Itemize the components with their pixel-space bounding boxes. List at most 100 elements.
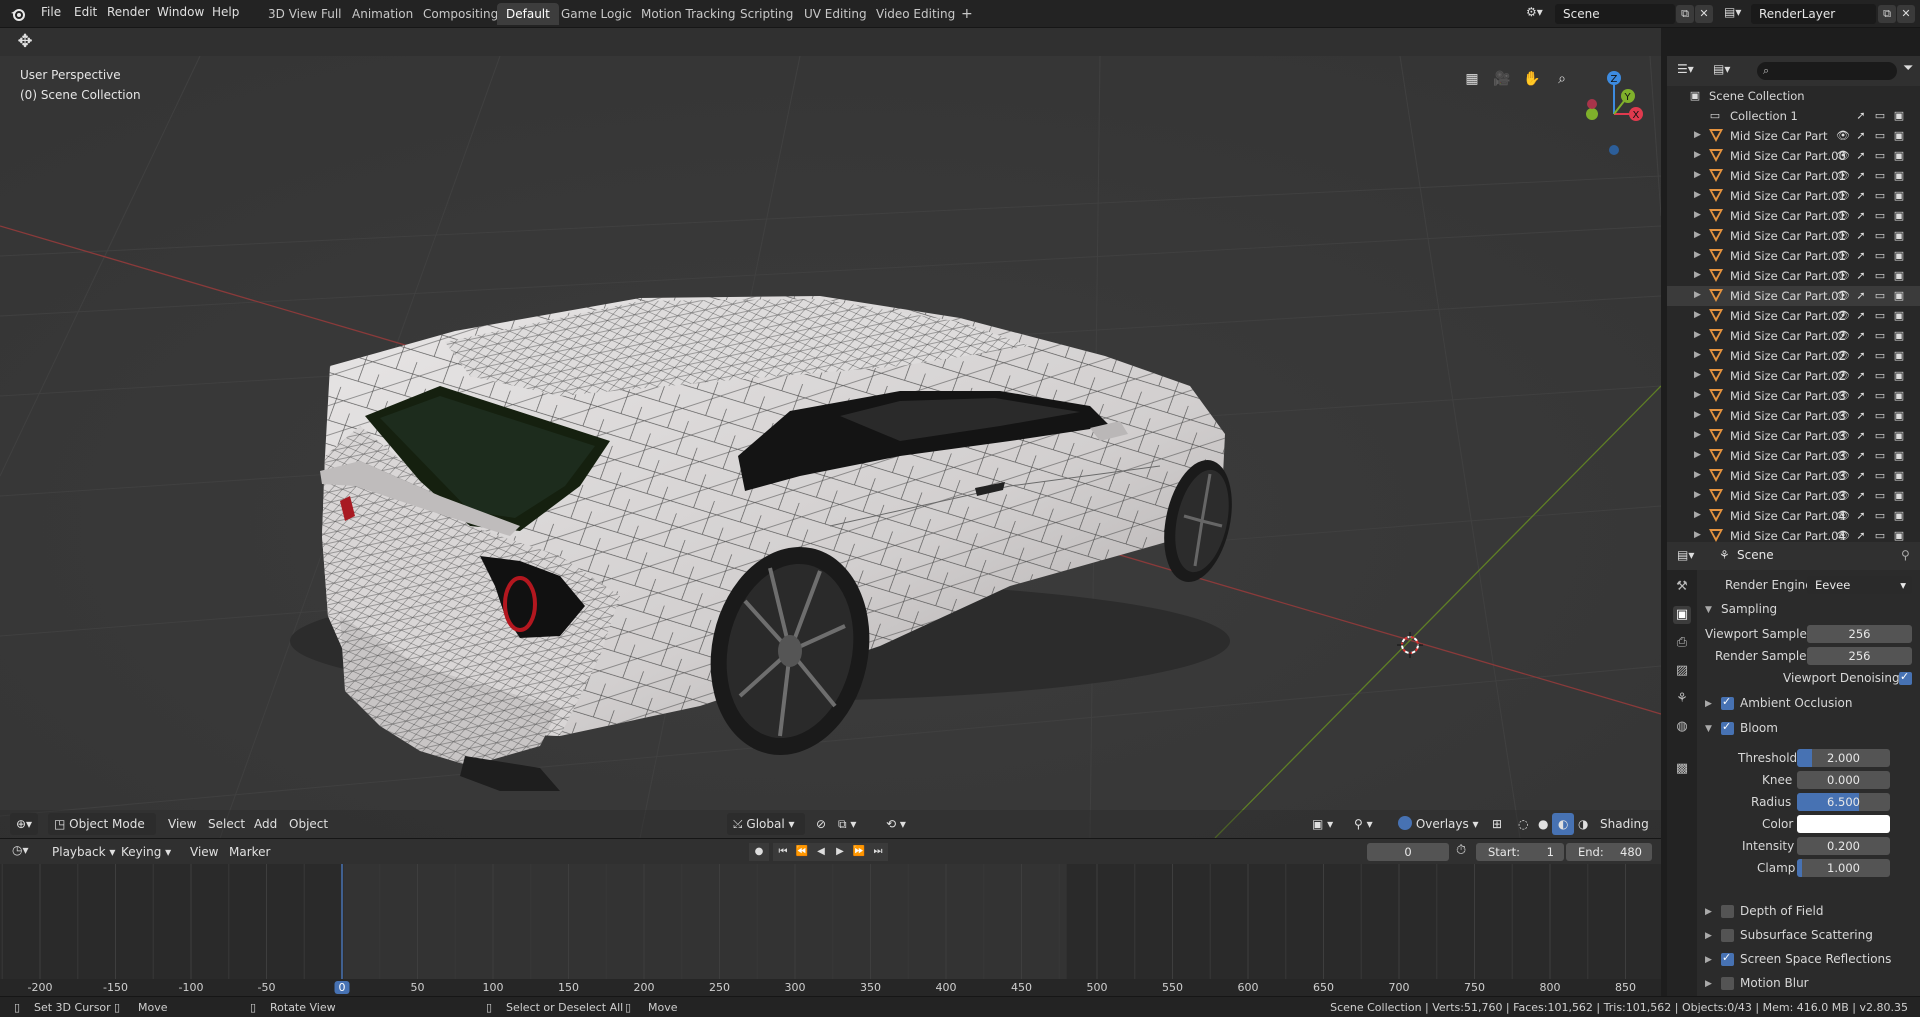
- xray-icon[interactable]: ⊞: [1486, 813, 1508, 835]
- expand-arrow-icon[interactable]: ▶: [1694, 310, 1701, 320]
- eye-icon[interactable]: 👁: [1836, 210, 1850, 222]
- menu-marker[interactable]: Marker: [223, 841, 276, 863]
- expand-arrow-icon[interactable]: ▶: [1694, 490, 1701, 500]
- expand-arrow-icon[interactable]: ▶: [1694, 250, 1701, 260]
- expand-arrow-icon[interactable]: ▶: [1694, 510, 1701, 520]
- end-frame-field[interactable]: End: 480: [1566, 843, 1652, 861]
- select-toggle-icon[interactable]: ➚: [1855, 310, 1867, 322]
- viewport-toggle-icon[interactable]: ▭: [1874, 530, 1886, 542]
- viewport-toggle-icon[interactable]: ▭: [1874, 370, 1886, 382]
- outliner-item[interactable]: ▶ Mid Size Car Part.03 👁 ➚ ▭ ▣: [1667, 446, 1920, 466]
- eye-icon[interactable]: 👁: [1836, 370, 1850, 382]
- depth-of-field-checkbox[interactable]: [1721, 905, 1734, 918]
- transform-orientation-dropdown[interactable]: ⤩ Global ▾: [727, 813, 805, 835]
- render-toggle-icon[interactable]: ▣: [1893, 190, 1905, 202]
- eye-icon[interactable]: 👁: [1836, 170, 1850, 182]
- expand-arrow-icon[interactable]: ▶: [1694, 290, 1701, 300]
- render-toggle-icon[interactable]: ▣: [1893, 230, 1905, 242]
- outliner-item[interactable]: ▶ Mid Size Car Part.01 👁 ➚ ▭ ▣: [1667, 226, 1920, 246]
- gizmo-toggle-icon[interactable]: ⚲ ▾: [1348, 813, 1379, 835]
- timeline-area[interactable]: [0, 864, 1661, 979]
- render-toggle-icon[interactable]: ▣: [1893, 450, 1905, 462]
- outliner-item[interactable]: ▶ Mid Size Car Part.03 👁 ➚ ▭ ▣: [1667, 466, 1920, 486]
- viewport-samples-field[interactable]: 256: [1807, 625, 1912, 643]
- pan-view-icon[interactable]: ✋: [1522, 71, 1542, 91]
- outliner-collection[interactable]: ▭ Collection 1 ➚ ▭ ▣: [1667, 106, 1920, 126]
- select-toggle-icon[interactable]: ➚: [1855, 190, 1867, 202]
- clamp-slider[interactable]: 1.000: [1797, 859, 1890, 877]
- outliner-item[interactable]: ▶ Mid Size Car Part.02 👁 ➚ ▭ ▣: [1667, 346, 1920, 366]
- select-toggle-icon[interactable]: ➚: [1855, 430, 1867, 442]
- expand-arrow-icon[interactable]: ▶: [1694, 270, 1701, 280]
- render-toggle-icon[interactable]: ▣: [1893, 290, 1905, 302]
- render-toggle-icon[interactable]: ▣: [1893, 150, 1905, 162]
- select-toggle-icon[interactable]: ➚: [1855, 330, 1867, 342]
- outliner-item[interactable]: ▶ Mid Size Car Part.02 👁 ➚ ▭ ▣: [1667, 326, 1920, 346]
- outliner-item[interactable]: ▶ Mid Size Car Part.01 👁 ➚ ▭ ▣: [1667, 246, 1920, 266]
- menu-playback[interactable]: Playback ▾: [46, 841, 121, 863]
- add-workspace-button[interactable]: +: [952, 3, 982, 25]
- camera-view-icon[interactable]: 🎥: [1492, 71, 1512, 91]
- viewport-toggle-icon[interactable]: ▭: [1874, 290, 1886, 302]
- viewport-toggle-icon[interactable]: ▭: [1874, 350, 1886, 362]
- select-toggle-icon[interactable]: ➚: [1855, 450, 1867, 462]
- snap-target-icon[interactable]: ⧉ ▾: [832, 813, 862, 835]
- select-toggle-icon[interactable]: ➚: [1855, 470, 1867, 482]
- timeline-menu-view[interactable]: View: [184, 841, 224, 863]
- outliner-item[interactable]: ▶ Mid Size Car Part.01 👁 ➚ ▭ ▣: [1667, 266, 1920, 286]
- menu-add[interactable]: Add: [248, 813, 283, 835]
- eye-icon[interactable]: 👁: [1836, 510, 1850, 522]
- snap-icon[interactable]: ⊘: [810, 813, 832, 835]
- filter-icon[interactable]: ⏷: [1903, 61, 1913, 76]
- expand-arrow-icon[interactable]: ▶: [1694, 530, 1701, 540]
- select-toggle-icon[interactable]: ➚: [1855, 110, 1867, 122]
- menu-window[interactable]: Window: [157, 5, 204, 19]
- viewport-toggle-icon[interactable]: ▭: [1874, 330, 1886, 342]
- render-toggle-icon[interactable]: ▣: [1893, 270, 1905, 282]
- threshold-slider[interactable]: 2.000: [1797, 749, 1890, 767]
- move-tool-icon[interactable]: ✥: [14, 31, 36, 53]
- viewport-toggle-icon[interactable]: ▭: [1874, 190, 1886, 202]
- select-toggle-icon[interactable]: ➚: [1855, 130, 1867, 142]
- expand-arrow-icon[interactable]: ▶: [1694, 130, 1701, 140]
- expand-arrow-icon[interactable]: ▶: [1694, 330, 1701, 340]
- tab-default[interactable]: Default: [497, 3, 559, 25]
- menu-object[interactable]: Object: [283, 813, 334, 835]
- outliner-search-input[interactable]: ⌕: [1757, 62, 1897, 80]
- tab-game-logic[interactable]: Game Logic: [552, 3, 641, 25]
- shading-dropdown[interactable]: Shading ▾: [1594, 813, 1661, 835]
- eye-icon[interactable]: 👁: [1836, 410, 1850, 422]
- outliner-item[interactable]: ▶ Mid Size Car Part.04 👁 ➚ ▭ ▣: [1667, 506, 1920, 526]
- select-toggle-icon[interactable]: ➚: [1855, 370, 1867, 382]
- eye-icon[interactable]: 👁: [1836, 270, 1850, 282]
- output-tab-icon[interactable]: ⎙: [1673, 634, 1691, 652]
- expand-arrow-icon[interactable]: ▶: [1694, 210, 1701, 220]
- render-toggle-icon[interactable]: ▣: [1893, 470, 1905, 482]
- select-toggle-icon[interactable]: ➚: [1855, 210, 1867, 222]
- eye-icon[interactable]: 👁: [1836, 230, 1850, 242]
- eye-icon[interactable]: 👁: [1836, 290, 1850, 302]
- viewport-toggle-icon[interactable]: ▭: [1874, 150, 1886, 162]
- motion-blur-checkbox[interactable]: [1721, 977, 1734, 990]
- perspective-toggle-icon[interactable]: ▦: [1462, 71, 1482, 91]
- subsurface-expand-icon[interactable]: ▶: [1705, 931, 1712, 941]
- tab-video-editing[interactable]: Video Editing: [867, 3, 964, 25]
- eye-icon[interactable]: 👁: [1836, 130, 1850, 142]
- outliner-display-mode-icon[interactable]: ▤▾: [1713, 62, 1730, 76]
- tab-3d-view-full[interactable]: 3D View Full: [259, 3, 351, 25]
- render-layer-field[interactable]: RenderLayer: [1751, 4, 1876, 24]
- tab-animation[interactable]: Animation: [343, 3, 422, 25]
- menu-keying[interactable]: Keying ▾: [115, 841, 177, 863]
- menu-help[interactable]: Help: [212, 5, 239, 19]
- bloom-expand-icon[interactable]: ▼: [1705, 724, 1712, 734]
- render-toggle-icon[interactable]: ▣: [1893, 490, 1905, 502]
- texture-tab-icon[interactable]: ▩: [1673, 760, 1691, 778]
- depth-of-field-section[interactable]: Depth of Field: [1740, 904, 1823, 918]
- world-tab-icon[interactable]: ◍: [1673, 718, 1691, 736]
- viewport-toggle-icon[interactable]: ▭: [1874, 430, 1886, 442]
- expand-arrow-icon[interactable]: ▶: [1694, 170, 1701, 180]
- outliner-item[interactable]: ▶ Mid Size Car Part.01 👁 ➚ ▭ ▣: [1667, 206, 1920, 226]
- ambient-occlusion-section[interactable]: Ambient Occlusion: [1740, 696, 1852, 710]
- eye-icon[interactable]: 👁: [1836, 490, 1850, 502]
- viewport-toggle-icon[interactable]: ▭: [1874, 450, 1886, 462]
